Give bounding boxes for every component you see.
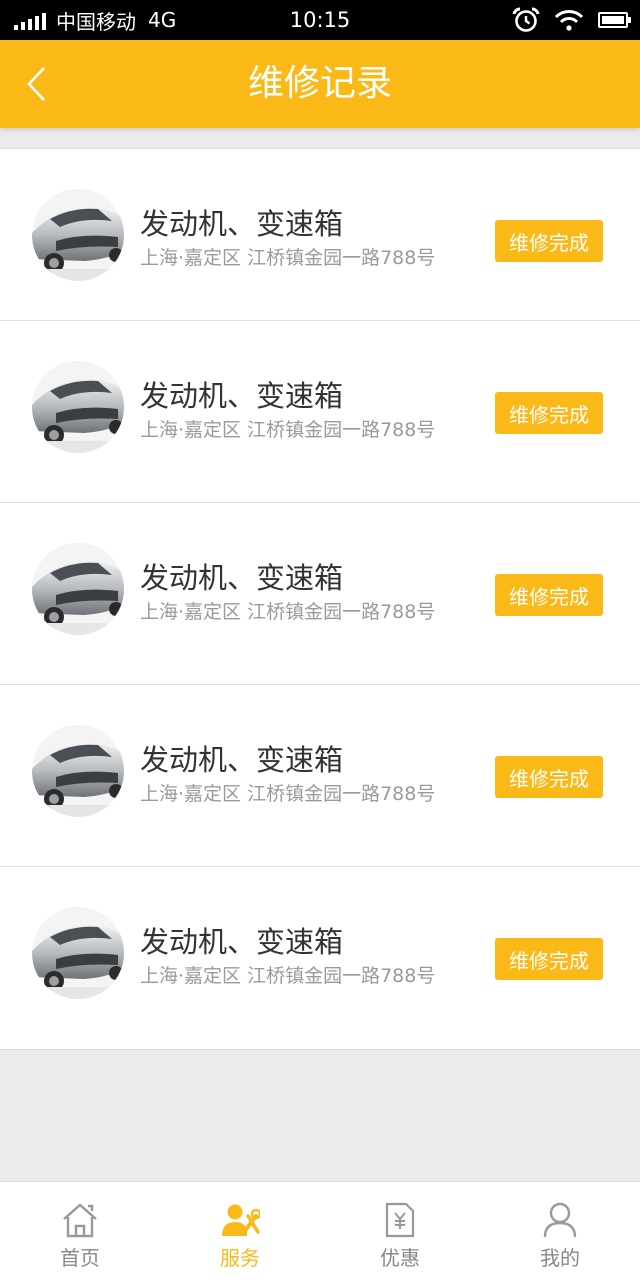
record-address: 上海·嘉定区 江桥镇金园一路788号	[140, 247, 436, 269]
record-address: 上海·嘉定区 江桥镇金园一路788号	[140, 601, 436, 623]
tab-label: 服务	[220, 1246, 260, 1270]
tab-service[interactable]: 服务	[160, 1182, 320, 1280]
car-thumbnail	[32, 907, 124, 999]
record-title: 发动机、变速箱	[140, 743, 344, 777]
chevron-left-icon	[27, 67, 45, 101]
home-icon	[60, 1200, 100, 1240]
repair-status-button[interactable]: 维修完成	[495, 392, 603, 434]
page-title: 维修记录	[247, 63, 392, 104]
tab-home[interactable]: 首页	[0, 1182, 160, 1280]
record-item[interactable]: 发动机、变速箱 上海·嘉定区 江桥镇金园一路788号 维修完成	[0, 685, 640, 867]
repair-status-button[interactable]: 维修完成	[495, 574, 603, 616]
user-icon	[540, 1200, 580, 1240]
record-item[interactable]: 发动机、变速箱 上海·嘉定区 江桥镇金园一路788号 维修完成	[0, 149, 640, 321]
repair-status-button[interactable]: 维修完成	[495, 938, 603, 980]
tab-label: 我的	[540, 1246, 580, 1270]
car-thumbnail	[32, 361, 124, 453]
record-address: 上海·嘉定区 江桥镇金园一路788号	[140, 783, 436, 805]
repair-status-button[interactable]: 维修完成	[495, 756, 603, 798]
car-thumbnail	[32, 725, 124, 817]
car-thumbnail	[32, 543, 124, 635]
header: 维修记录	[0, 40, 640, 128]
record-title: 发动机、变速箱	[140, 561, 344, 595]
tab-mine[interactable]: 我的	[480, 1182, 640, 1280]
tab-label: 首页	[60, 1246, 100, 1270]
coupon-icon	[380, 1200, 420, 1240]
record-title: 发动机、变速箱	[140, 207, 344, 241]
record-item[interactable]: 发动机、变速箱 上海·嘉定区 江桥镇金园一路788号 维修完成	[0, 867, 640, 1049]
record-item[interactable]: 发动机、变速箱 上海·嘉定区 江桥镇金园一路788号 维修完成	[0, 321, 640, 503]
status-bar: 中国移动 4G 10:15	[0, 0, 640, 40]
wifi-icon	[554, 10, 584, 31]
record-title: 发动机、变速箱	[140, 379, 344, 413]
record-item[interactable]: 发动机、变速箱 上海·嘉定区 江桥镇金园一路788号 维修完成	[0, 503, 640, 685]
record-list: 发动机、变速箱 上海·嘉定区 江桥镇金园一路788号 维修完成 发动机、变速箱 …	[0, 148, 640, 1050]
alarm-icon	[512, 7, 540, 32]
tab-coupon[interactable]: 优惠	[320, 1182, 480, 1280]
car-thumbnail	[32, 189, 124, 281]
tab-bar: 首页 服务 优惠 我的	[0, 1181, 640, 1280]
back-button[interactable]	[10, 58, 62, 110]
repair-status-button[interactable]: 维修完成	[495, 220, 603, 262]
record-address: 上海·嘉定区 江桥镇金园一路788号	[140, 965, 436, 987]
record-address: 上海·嘉定区 江桥镇金园一路788号	[140, 419, 436, 441]
tab-label: 优惠	[380, 1246, 420, 1270]
service-icon	[220, 1200, 260, 1240]
battery-icon	[598, 12, 631, 28]
record-title: 发动机、变速箱	[140, 925, 344, 959]
